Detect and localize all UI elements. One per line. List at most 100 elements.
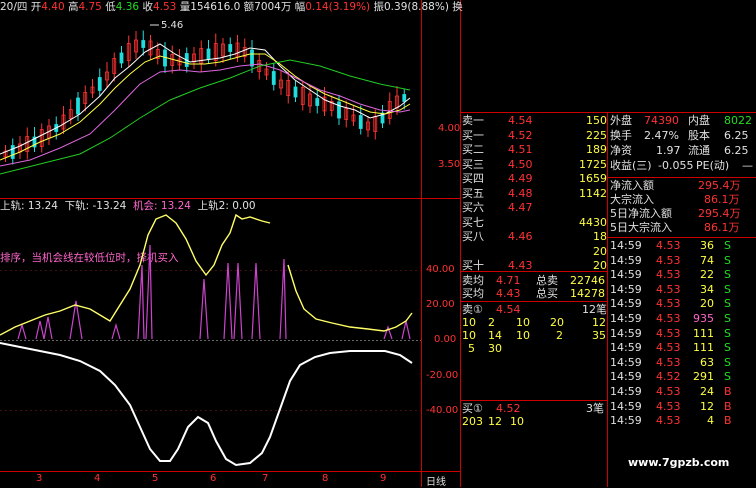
tick-side: S <box>724 341 731 355</box>
order-book-row: 买八 4.46 18 <box>462 230 607 243</box>
tick-time: 14:59 <box>610 239 642 252</box>
amplitude-label: 振 <box>373 1 385 13</box>
volume-value: 154616.0 <box>190 1 241 13</box>
tick-price: 4.53 <box>656 312 681 325</box>
nav-value: 1.97 <box>656 144 681 157</box>
tick-volume: 20 <box>700 297 714 311</box>
period-tab[interactable]: 日线 <box>426 473 446 488</box>
indicator-chart[interactable] <box>0 205 421 471</box>
tick-side: B <box>724 414 732 428</box>
indicator-axis-tick-4: -20.00 <box>426 370 459 381</box>
open-value: 4.40 <box>41 1 65 13</box>
level-label: 买五 <box>462 186 484 200</box>
flow-row: 5日净流入额 295.4万 <box>610 207 756 220</box>
inner-value: 8022 <box>724 114 752 127</box>
flow-value: 86.1万 <box>704 193 740 206</box>
order-book-row: 买二 4.51 189 <box>462 143 607 156</box>
tick-side: S <box>724 253 731 267</box>
buy1-price: 4.52 <box>496 402 521 415</box>
indicator-bars <box>17 244 411 340</box>
peak-price-label: 5.46 <box>161 20 183 31</box>
price-chart[interactable]: 5.46 <box>0 14 421 198</box>
buy-avg-row: 买均 4.43 总买 14278 <box>462 287 607 300</box>
x-axis-label: 8 <box>322 473 329 484</box>
low-value: 4.36 <box>115 1 140 13</box>
sell1-queue-row: 10 14 10 2 35 <box>462 329 607 342</box>
buy1-queue-row: 203 12 10 <box>462 415 607 428</box>
queue-cell: 10 <box>510 415 524 428</box>
tick-price: 4.53 <box>656 385 681 398</box>
tick-row: 14:59 4.53 111 S <box>610 327 756 340</box>
tick-volume: 63 <box>700 355 714 369</box>
level-price: 4.46 <box>508 230 533 243</box>
total-buy-label: 总买 <box>536 287 558 300</box>
flow-row: 净流入额 295.4万 <box>610 179 756 192</box>
tick-row: 14:59 4.53 34 S <box>610 283 756 296</box>
tick-price: 4.53 <box>656 268 681 282</box>
tick-volume: 4 <box>707 414 714 428</box>
queue-cell: 2 <box>488 316 495 329</box>
outer-label: 外盘 <box>610 114 632 127</box>
shares-value: 6.25 <box>724 129 749 142</box>
flow-row: 大宗流入 86.1万 <box>610 193 756 206</box>
buy-avg-price: 4.43 <box>496 287 521 300</box>
inner-label: 内盘 <box>688 114 710 127</box>
order-book-row: 买五 4.48 1142 <box>462 187 607 200</box>
nav-row: 净资 1.97 流通 6.25 <box>610 144 756 157</box>
order-book-row: 买一 4.52 225 <box>462 129 607 142</box>
tick-volume: 111 <box>693 341 714 355</box>
tick-time: 14:59 <box>610 312 642 325</box>
tick-list[interactable]: 14:59 4.53 36 S 14:59 4.53 74 S 14:59 4.53 22 S 14:5… <box>610 239 756 439</box>
level-price: 4.50 <box>508 157 533 171</box>
tick-row: 14:59 4.53 63 S <box>610 356 756 369</box>
tick-row: 14:59 4.53 4 B <box>610 414 756 427</box>
eps-label: 收益(三) <box>610 159 652 172</box>
tick-price: 4.53 <box>656 399 681 413</box>
level-volume: 18 <box>593 230 607 243</box>
x-axis-label: 3 <box>36 473 43 484</box>
queue-cell: 12 <box>488 415 502 428</box>
tick-side: S <box>724 312 731 325</box>
tick-price: 4.53 <box>656 326 681 340</box>
tick-side: S <box>724 297 731 311</box>
tick-side: B <box>724 399 732 413</box>
pe-label: PE(动) <box>696 159 730 172</box>
level-price: 4.47 <box>508 201 533 214</box>
queue-cell: 14 <box>488 329 502 342</box>
tick-price: 4.53 <box>656 341 681 355</box>
flow-label: 大宗流入 <box>610 193 654 206</box>
float-label: 流通 <box>688 144 710 157</box>
candlesticks <box>3 30 407 165</box>
total-sell-label: 总卖 <box>536 274 558 287</box>
x-axis-label: 7 <box>262 473 269 484</box>
x-axis-label: 9 <box>380 473 387 484</box>
level-volume: 1659 <box>579 172 607 185</box>
order-book-row: 买四 4.49 1659 <box>462 172 607 185</box>
order-book-row: 买十 4.43 20 <box>462 259 607 272</box>
lower-line-white <box>0 342 413 467</box>
tick-time: 14:59 <box>610 297 642 311</box>
tick-price: 4.53 <box>656 414 681 428</box>
queue-cell: 30 <box>488 342 502 355</box>
queue-cell: 5 <box>468 342 475 355</box>
order-book-row: 买七 4430 <box>462 216 607 229</box>
sell-avg-row: 卖均 4.71 总卖 22746 <box>462 274 607 287</box>
indicator-axis-tick-3: 0.00 <box>434 334 457 345</box>
indicator-axis-tick-5: -40.00 <box>426 405 459 416</box>
queue-cell: 10 <box>516 316 530 329</box>
tick-side: S <box>724 268 731 282</box>
level-label: 买八 <box>462 230 484 243</box>
level-price: 4.51 <box>508 143 533 156</box>
sell1-header: 卖① 4.54 12笔 <box>462 303 607 316</box>
level-label: 卖一 <box>462 114 484 127</box>
tick-volume: 12 <box>700 399 714 413</box>
tick-price: 4.53 <box>656 253 681 267</box>
quote-info-bar: 20/四 开4.40 高4.75 低4.36 收4.53 量154616.0 额… <box>0 1 463 14</box>
queue-cell: 35 <box>592 329 606 342</box>
level-volume: 4430 <box>579 215 607 229</box>
outer-value: 74390 <box>644 114 679 127</box>
high-value: 4.75 <box>78 1 102 13</box>
tick-row: 14:59 4.52 291 S <box>610 370 756 383</box>
level-volume: 1142 <box>579 186 607 200</box>
level-price: 4.43 <box>508 259 533 272</box>
